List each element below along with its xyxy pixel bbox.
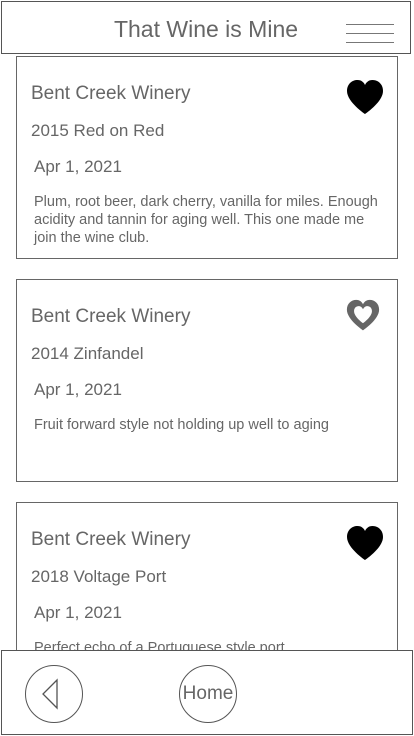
heart-filled-icon[interactable] — [345, 79, 385, 117]
bottom-nav-bar: Home — [1, 650, 413, 735]
entry-date: Apr 1, 2021 — [34, 380, 122, 399]
app-header: That Wine is Mine — [1, 1, 411, 54]
back-arrow-icon — [42, 678, 58, 710]
heart-filled-icon[interactable] — [345, 525, 385, 563]
menu-bar — [346, 24, 394, 25]
entry-date: Apr 1, 2021 — [34, 157, 122, 176]
hamburger-menu-icon[interactable] — [346, 24, 394, 44]
winery-name: Bent Creek Winery — [31, 306, 191, 327]
wine-entry-card[interactable]: Bent Creek Winery 2015 Red on Red Apr 1,… — [16, 56, 398, 259]
entry-date: Apr 1, 2021 — [34, 603, 122, 622]
wine-name: 2018 Voltage Port — [31, 567, 167, 586]
home-button[interactable]: Home — [179, 665, 237, 723]
heart-outline-icon[interactable] — [345, 299, 385, 337]
menu-bar — [346, 42, 394, 43]
menu-bar — [346, 33, 394, 34]
winery-name: Bent Creek Winery — [31, 529, 191, 550]
wine-name: 2014 Zinfandel — [31, 344, 144, 363]
tasting-notes: Fruit forward style not holding up well … — [34, 417, 329, 433]
winery-name: Bent Creek Winery — [31, 83, 191, 104]
back-button[interactable] — [25, 665, 83, 723]
wine-entry-card[interactable]: Bent Creek Winery 2014 Zinfandel Apr 1, … — [16, 279, 398, 482]
tasting-notes: Plum, root beer, dark cherry, vanilla fo… — [34, 194, 378, 246]
wine-name: 2015 Red on Red — [31, 121, 165, 140]
